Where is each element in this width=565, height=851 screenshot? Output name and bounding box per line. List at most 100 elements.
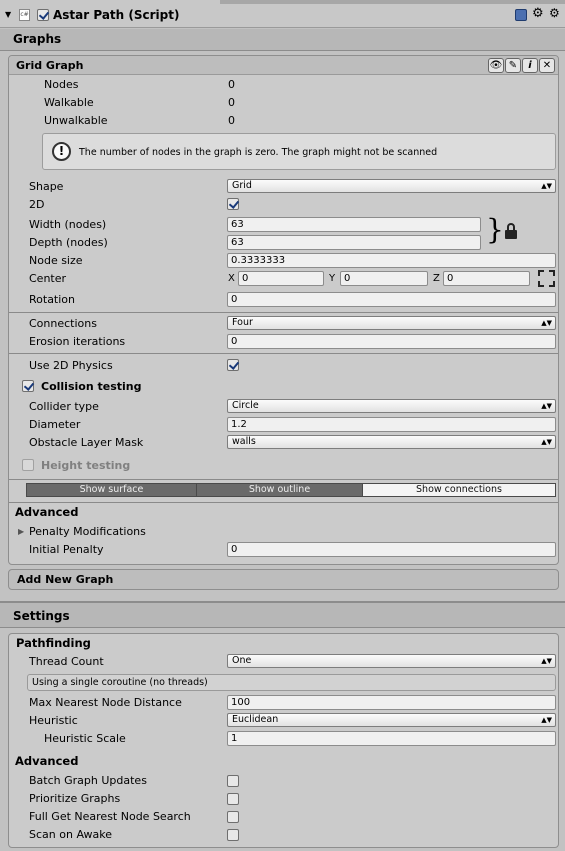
warning-icon: ! xyxy=(52,142,71,161)
show-surface-toggle[interactable]: Show surface xyxy=(26,483,197,497)
prioritize-label: Prioritize Graphs xyxy=(29,792,121,805)
heuristic-scale-field[interactable]: 1 xyxy=(227,731,556,746)
twod-label: 2D xyxy=(29,198,45,211)
divider xyxy=(9,479,558,480)
close-icon[interactable]: ✕ xyxy=(539,58,555,73)
mask-value: walls xyxy=(232,436,256,447)
component-title: Astar Path (Script) xyxy=(53,8,180,22)
lock-icon[interactable] xyxy=(505,223,517,239)
thread-count-dropdown[interactable]: One ▲▼ xyxy=(227,654,556,668)
depth-field[interactable]: 63 xyxy=(227,235,481,250)
shape-value: Grid xyxy=(232,180,252,191)
gear-icon[interactable]: ⚙ xyxy=(532,6,544,21)
divider xyxy=(9,502,558,503)
shape-dropdown[interactable]: Grid ▲▼ xyxy=(227,179,556,193)
divider xyxy=(9,353,558,354)
heuristic-scale-label: Heuristic Scale xyxy=(44,732,126,745)
connections-dropdown[interactable]: Four ▲▼ xyxy=(227,316,556,330)
move-tool-icon[interactable] xyxy=(538,270,555,287)
heuristic-value: Euclidean xyxy=(232,714,279,725)
divider xyxy=(9,312,558,313)
add-graph-panel[interactable]: Add New Graph xyxy=(8,569,559,590)
graphs-title: Graphs xyxy=(13,32,62,46)
mask-label: Obstacle Layer Mask xyxy=(29,436,144,449)
prioritize-checkbox[interactable] xyxy=(227,793,239,805)
width-field[interactable]: 63 xyxy=(227,217,481,232)
erosion-field[interactable]: 0 xyxy=(227,334,556,349)
batch-checkbox[interactable] xyxy=(227,775,239,787)
chevron-updown-icon: ▲▼ xyxy=(541,402,552,410)
grid-graph-header xyxy=(9,56,558,75)
pathfinding-title: Pathfinding xyxy=(16,636,91,650)
rotation-field[interactable]: 0 xyxy=(227,292,556,307)
chevron-updown-icon: ▲▼ xyxy=(541,319,552,327)
depth-label: Depth (nodes) xyxy=(29,236,108,249)
chevron-updown-icon: ▲▼ xyxy=(541,716,552,724)
use2d-label: Use 2D Physics xyxy=(29,359,113,372)
scan-awake-checkbox[interactable] xyxy=(227,829,239,841)
full-nearest-checkbox[interactable] xyxy=(227,811,239,823)
top-tab-strip xyxy=(220,0,565,4)
connections-label: Connections xyxy=(29,317,97,330)
heuristic-dropdown[interactable]: Euclidean ▲▼ xyxy=(227,713,556,727)
max-nearest-label: Max Nearest Node Distance xyxy=(29,696,182,709)
chevron-updown-icon: ▲▼ xyxy=(541,438,552,446)
pencil-icon[interactable]: ✎ xyxy=(505,58,521,73)
collision-checkbox[interactable] xyxy=(22,380,34,392)
center-x-label: X xyxy=(228,273,235,284)
thread-info-text: Using a single coroutine (no threads) xyxy=(32,677,208,688)
center-y-label: Y xyxy=(329,273,336,284)
diameter-field[interactable]: 1.2 xyxy=(227,417,556,432)
warning-text: The number of nodes in the graph is zero… xyxy=(79,147,438,158)
collider-type-dropdown[interactable]: Circle ▲▼ xyxy=(227,399,556,413)
script-icon: c# xyxy=(19,9,30,21)
foldout-arrow-icon[interactable]: ▼ xyxy=(5,10,11,19)
foldout-right-icon[interactable]: ▶ xyxy=(18,527,24,536)
component-header: ▼ c# Astar Path (Script) ⚙ ⚙ xyxy=(0,0,565,28)
chevron-updown-icon: ▲▼ xyxy=(541,182,552,190)
center-x-field[interactable]: 0 xyxy=(238,271,324,286)
enable-script-checkbox[interactable] xyxy=(37,9,49,21)
unwalkable-value: 0 xyxy=(228,114,235,127)
gear-dropdown-icon[interactable]: ⚙ xyxy=(549,6,560,20)
center-y-field[interactable]: 0 xyxy=(340,271,428,286)
node-size-label: Node size xyxy=(29,254,83,267)
shape-label: Shape xyxy=(29,180,64,193)
info-icon[interactable]: i xyxy=(522,58,538,73)
help-book-icon[interactable] xyxy=(515,9,527,21)
collision-label[interactable]: Collision testing xyxy=(41,380,141,394)
connections-value: Four xyxy=(232,317,253,328)
link-brace-icon: } xyxy=(486,213,504,246)
batch-label: Batch Graph Updates xyxy=(29,774,147,787)
center-z-field[interactable]: 0 xyxy=(443,271,530,286)
collider-type-label: Collider type xyxy=(29,400,99,413)
eye-icon[interactable]: 👁 xyxy=(488,58,504,73)
initial-penalty-label: Initial Penalty xyxy=(29,543,104,556)
penalty-mod-label[interactable]: Penalty Modifications xyxy=(29,525,146,539)
grid-graph-title[interactable]: Grid Graph xyxy=(16,59,84,73)
show-connections-toggle[interactable]: Show connections xyxy=(362,483,556,497)
warning-box: ! The number of nodes in the graph is ze… xyxy=(42,133,556,170)
graphs-section-header: Graphs xyxy=(0,29,565,51)
walkable-value: 0 xyxy=(228,96,235,109)
max-nearest-field[interactable]: 100 xyxy=(227,695,556,710)
show-outline-toggle[interactable]: Show outline xyxy=(196,483,363,497)
mask-dropdown[interactable]: walls ▲▼ xyxy=(227,435,556,449)
thread-count-value: One xyxy=(232,655,252,666)
settings-section-header: Settings xyxy=(0,601,565,628)
twod-checkbox[interactable] xyxy=(227,198,239,210)
walkable-label: Walkable xyxy=(44,96,94,109)
nodes-value: 0 xyxy=(228,78,235,91)
chevron-updown-icon: ▲▼ xyxy=(541,657,552,665)
center-z-label: Z xyxy=(433,273,440,284)
height-testing-label[interactable]: Height testing xyxy=(41,459,130,473)
initial-penalty-field[interactable]: 0 xyxy=(227,542,556,557)
lock-body xyxy=(505,230,517,239)
thread-count-label: Thread Count xyxy=(29,655,104,668)
node-size-field[interactable]: 0.3333333 xyxy=(227,253,556,268)
advanced-label: Advanced xyxy=(15,505,79,519)
height-testing-checkbox[interactable] xyxy=(22,459,34,471)
center-label: Center xyxy=(29,272,67,285)
full-nearest-label: Full Get Nearest Node Search xyxy=(29,810,191,823)
use2d-checkbox[interactable] xyxy=(227,359,239,371)
